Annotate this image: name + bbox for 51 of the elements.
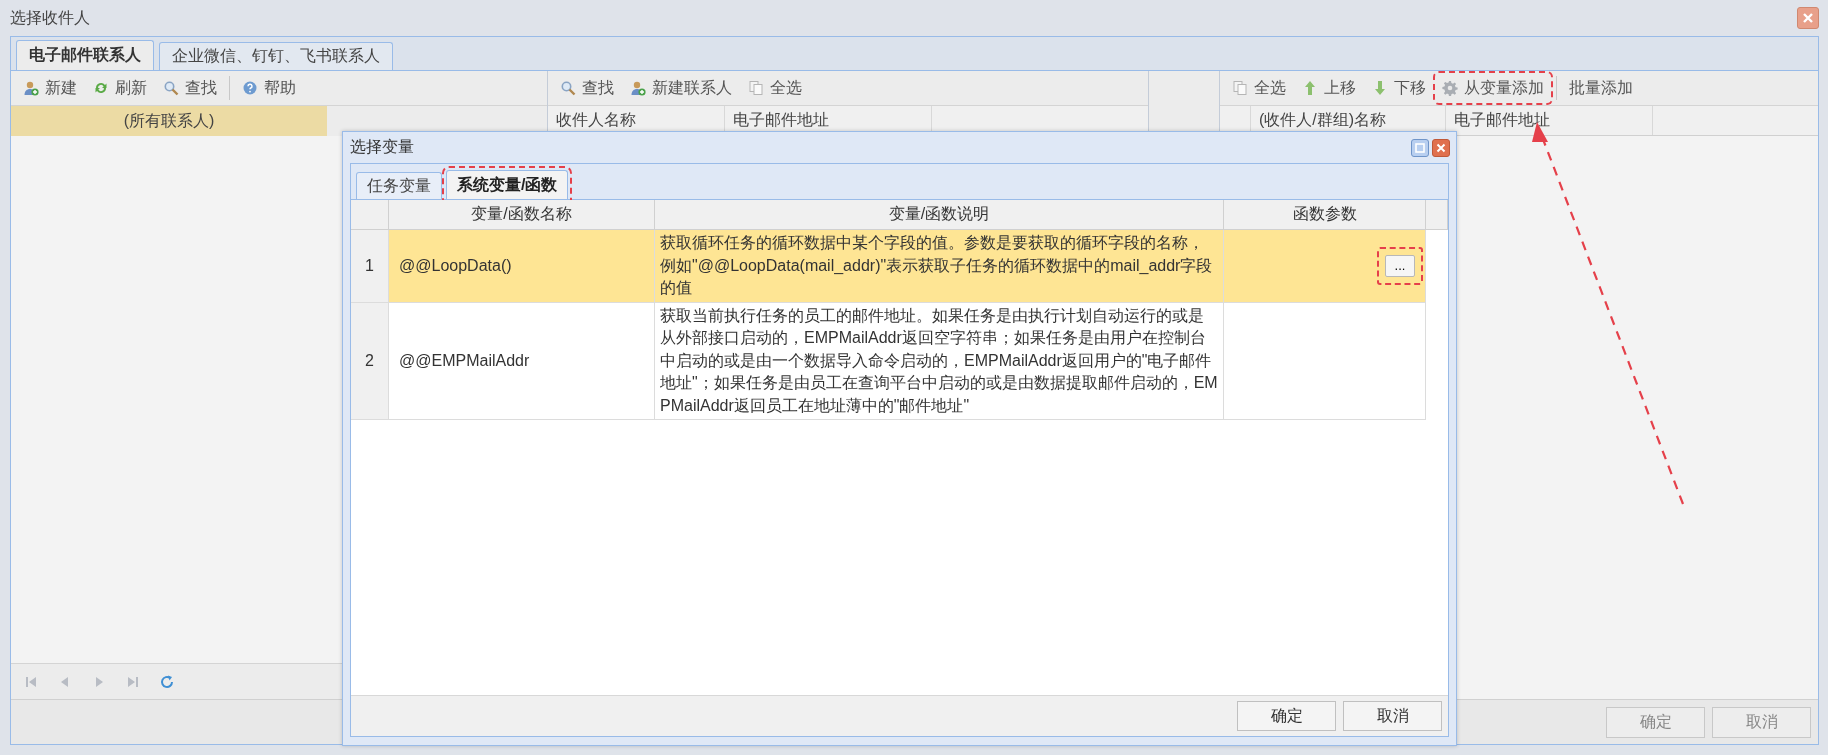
table-cell: @@LoopData() bbox=[389, 230, 655, 303]
dialog-button[interactable]: 取消 bbox=[1343, 701, 1442, 731]
copy-icon bbox=[748, 80, 764, 96]
header-cell bbox=[1426, 200, 1448, 230]
restore-button[interactable] bbox=[1411, 138, 1429, 157]
table-cell: @@EMPMailAddr bbox=[389, 302, 655, 420]
add-user-icon bbox=[23, 80, 39, 96]
dialog-button[interactable]: 确定 bbox=[1237, 701, 1336, 731]
column-header: 变量/函数名称 bbox=[389, 200, 655, 230]
header-cell bbox=[351, 200, 389, 230]
help-icon bbox=[242, 80, 258, 96]
window-title: 选择收件人 bbox=[10, 7, 90, 28]
tab[interactable]: 电子邮件联系人 bbox=[16, 40, 154, 70]
pager-button[interactable] bbox=[159, 673, 175, 690]
column-header: 变量/函数说明 bbox=[655, 200, 1224, 230]
close-button[interactable] bbox=[1432, 138, 1450, 157]
copy-icon bbox=[1232, 80, 1248, 96]
close-icon bbox=[1436, 142, 1446, 153]
up-arrow-icon bbox=[1302, 80, 1318, 96]
close-button[interactable] bbox=[1797, 7, 1819, 29]
toolbar-button[interactable]: 下移 bbox=[1366, 74, 1432, 102]
tab[interactable]: 企业微信、钉钉、飞书联系人 bbox=[159, 42, 393, 70]
row-number: 2 bbox=[351, 302, 389, 420]
search-icon bbox=[560, 80, 576, 96]
tab[interactable]: 任务变量 bbox=[356, 172, 442, 199]
toolbar-button[interactable]: 全选 bbox=[742, 74, 808, 102]
toolbar-button[interactable]: 新建联系人 bbox=[624, 74, 738, 102]
ellipsis-button[interactable]: ... bbox=[1385, 254, 1415, 277]
search-icon bbox=[163, 80, 179, 96]
refresh-icon bbox=[93, 80, 109, 96]
toolbar-button[interactable]: 查找 bbox=[157, 74, 223, 102]
toolbar-button[interactable]: 全选 bbox=[1226, 74, 1292, 102]
toolbar-button[interactable]: 批量添加 bbox=[1563, 74, 1639, 102]
toolbar-button[interactable]: 查找 bbox=[554, 74, 620, 102]
toolbar-button[interactable]: 从变量添加 bbox=[1436, 74, 1550, 102]
table-cell: 获取循环任务的循环数据中某个字段的值。参数是要获取的循环字段的名称，例如"@@LoopData(mail_addr)"表示获取子任务的循环数据中的mail_addr字段的值 bbox=[655, 230, 1224, 303]
down-arrow-icon bbox=[1372, 80, 1388, 96]
tree-item[interactable]: (所有联系人) bbox=[11, 106, 327, 136]
dialog-title: 选择变量 bbox=[350, 137, 414, 157]
close-icon bbox=[1802, 12, 1814, 24]
toolbar-button[interactable]: 刷新 bbox=[87, 74, 153, 102]
window-icon bbox=[1415, 142, 1425, 153]
gear-icon bbox=[1442, 80, 1458, 96]
row-number: 1 bbox=[351, 230, 389, 303]
toolbar-button[interactable]: 上移 bbox=[1296, 74, 1362, 102]
column-header: 函数参数 bbox=[1224, 200, 1426, 230]
toolbar-button[interactable]: 新建 bbox=[17, 74, 83, 102]
add-user-icon bbox=[630, 80, 646, 96]
table-cell: 获取当前执行任务的员工的邮件地址。如果任务是由执行计划自动运行的或是从外部接口启动的，EMPMailAddr返回空字符串；如果任务是由用户在控制台中启动的或是由一个数据导入命令启动的，EMPMailAddr返回用户的"电子邮件地址"；如果任务是由员工在查询平台中启动的或是由数据提取邮件启动的，EMPMailAddr返回员工在地址薄中的"邮件地址" bbox=[655, 302, 1224, 420]
refresh-icon bbox=[159, 673, 175, 690]
toolbar-button[interactable]: 帮助 bbox=[236, 74, 302, 102]
